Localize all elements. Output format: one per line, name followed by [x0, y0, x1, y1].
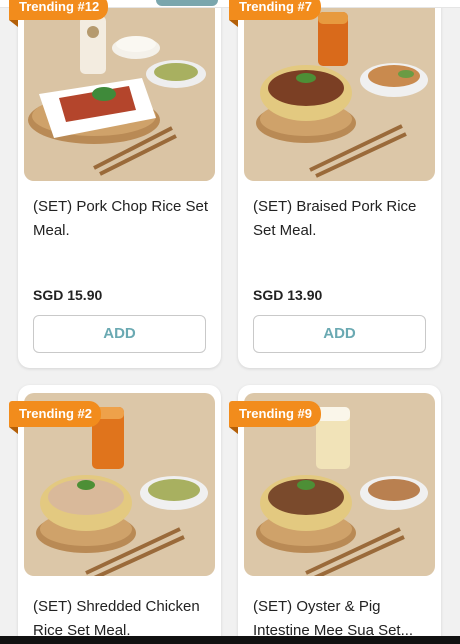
- add-to-cart-button[interactable]: ADD: [33, 315, 206, 353]
- category-tab-indicator: [156, 0, 218, 6]
- product-grid: Trending #12 (SET) Pork Chop Rice Set Me…: [0, 0, 460, 644]
- product-card[interactable]: Trending #7 (SET) Braised Pork Rice Set …: [229, 0, 441, 368]
- braised-pork-rice-set-photo[interactable]: [244, 0, 435, 181]
- trending-badge: Trending #7: [229, 0, 321, 27]
- product-title: (SET) Braised Pork Rice Set Meal.: [253, 198, 417, 239]
- trending-badge: Trending #12: [9, 0, 109, 27]
- trending-badge: Trending #2: [9, 401, 101, 434]
- product-card[interactable]: Trending #9 (SET) Oyster & Pig Intestine…: [229, 385, 441, 644]
- product-card[interactable]: Trending #12 (SET) Pork Chop Rice Set Me…: [9, 0, 221, 368]
- add-to-cart-button[interactable]: ADD: [253, 315, 426, 353]
- trending-badge: Trending #9: [229, 401, 321, 434]
- product-card[interactable]: Trending #2 (SET) Shredded Chicken Rice …: [9, 385, 221, 644]
- product-title: (SET) Pork Chop Rice Set Meal.: [33, 198, 209, 239]
- product-price: SGD 13.90: [253, 287, 323, 303]
- system-navigation-bar: [0, 636, 460, 644]
- pork-chop-rice-set-photo[interactable]: [24, 0, 215, 181]
- product-price: SGD 15.90: [33, 287, 103, 303]
